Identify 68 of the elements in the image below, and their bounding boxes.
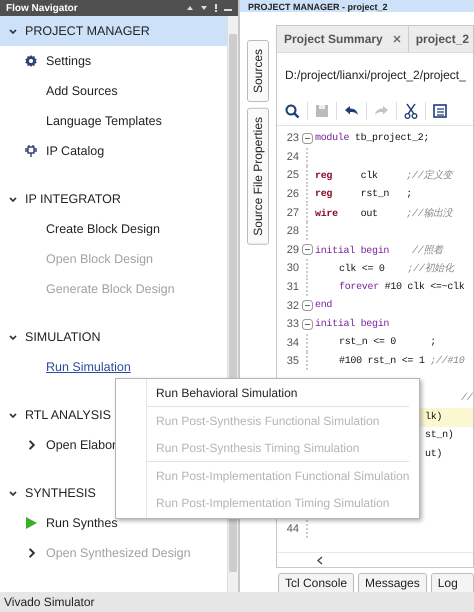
code-line: module tb_project_2; <box>315 132 430 144</box>
nav-item[interactable]: Create Block Design <box>46 222 160 236</box>
close-icon[interactable] <box>392 35 401 43</box>
editor-tab[interactable]: project_2 <box>408 26 473 52</box>
code-line: rst_n <= 0 ; <box>339 337 436 348</box>
line-number: 30 <box>286 262 299 274</box>
arrow-up-icon[interactable] <box>186 4 194 12</box>
nav-item[interactable]: Language Templates <box>46 114 162 128</box>
file-path: D:/project/lianxi/project_2/project_ <box>285 68 466 82</box>
play-icon <box>24 516 38 530</box>
line-number: 35 <box>286 355 299 368</box>
code-line: reg rst_n ; <box>315 188 412 200</box>
line-number: 32 <box>286 300 299 312</box>
nav-item[interactable]: Add Sources <box>46 84 118 98</box>
code-line: initial begin <box>315 318 390 330</box>
code-line: #100 rst_n <= 1 ;//#10 <box>339 356 464 367</box>
scroll-left-icon[interactable] <box>317 556 323 564</box>
line-number: 27 <box>286 206 299 219</box>
line-number: 34 <box>286 336 299 349</box>
section-header[interactable]: PROJECT MANAGER <box>0 16 227 46</box>
nav-item[interactable]: Settings <box>46 54 92 68</box>
panel-tab[interactable]: Log <box>430 573 474 592</box>
section-header[interactable]: SIMULATION <box>0 322 227 352</box>
line-number: 31 <box>286 281 299 294</box>
code-line: initial begin //照着 <box>315 244 443 257</box>
link[interactable]: Run Simulation <box>46 360 131 374</box>
panel-tab[interactable]: Tcl Console <box>278 573 354 592</box>
code-line: reg clk ;//定义变 <box>315 168 452 182</box>
fold-icon[interactable] <box>302 132 312 144</box>
chip-icon <box>24 144 38 158</box>
code-line: wire out ;//输出没 <box>315 206 452 220</box>
document-icon[interactable] <box>433 104 447 118</box>
panel-title: Flow Navigator <box>6 2 79 14</box>
nav-item[interactable]: Open Elabor <box>46 438 116 452</box>
arrow-down-icon[interactable] <box>200 4 208 12</box>
code-line: ut) <box>425 448 442 460</box>
code-line: end <box>315 300 332 312</box>
nav-item[interactable]: IP Catalog <box>46 144 104 158</box>
code-line: forever #10 clk <=~clk <box>339 282 464 293</box>
code-line: lk) <box>425 412 442 423</box>
code-line: clk <= 0 ;//初始化 <box>339 262 454 276</box>
line-number: 28 <box>286 225 299 238</box>
line-number: 44 <box>286 522 299 535</box>
panel-tab[interactable]: Messages <box>358 573 427 592</box>
fold-icon[interactable] <box>302 318 312 330</box>
nav-item[interactable]: Run Synthes <box>46 516 118 530</box>
panel-title: PROJECT MANAGER - project_2 <box>240 0 474 12</box>
status-text: Vivado Simulator <box>4 595 94 609</box>
gear-icon <box>24 54 38 68</box>
side-tab[interactable]: Source File Properties <box>247 108 269 245</box>
menu-item[interactable]: Run Behavioral Simulation <box>147 379 410 406</box>
line-number: 23 <box>286 132 299 144</box>
code-line: st_n) <box>425 430 454 442</box>
undo-icon[interactable] <box>344 105 359 117</box>
cut-icon[interactable] <box>404 103 418 119</box>
line-number: 26 <box>286 188 299 200</box>
line-number: 25 <box>286 169 299 182</box>
guide-line <box>306 520 308 538</box>
editor-tab[interactable]: Project Summary <box>277 26 409 52</box>
code-line: // <box>461 393 472 404</box>
line-number: 29 <box>286 244 299 256</box>
search-icon[interactable] <box>285 104 300 118</box>
section-header[interactable]: IP INTEGRATOR <box>0 184 227 214</box>
side-tab[interactable]: Sources <box>247 40 269 102</box>
line-number: 33 <box>286 318 299 330</box>
fold-icon[interactable] <box>302 244 312 256</box>
line-number: 24 <box>286 150 299 163</box>
fold-icon[interactable] <box>302 300 312 312</box>
